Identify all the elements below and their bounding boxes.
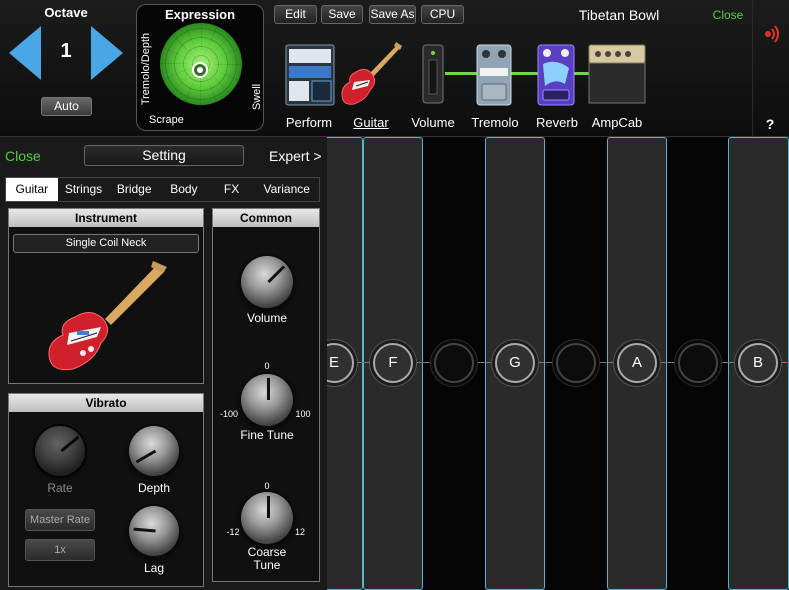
fine-tune-max-tick: 100 [295,409,311,419]
instrument-title: Instrument [9,209,203,227]
fine-tune-label: Fine Tune [240,428,294,442]
signal-icon[interactable] [759,22,783,46]
expression-x-label: Scrape [149,114,184,126]
edit-button[interactable]: Edit [274,5,317,24]
vibrato-title: Vibrato [9,394,203,412]
vibrato-section: Vibrato Rate Depth Master Rate 1x Lag [8,393,204,587]
save-as-button[interactable]: Save As [369,5,416,24]
rate-label: Rate [47,481,73,495]
settings-tabs: Guitar Strings Bridge Body FX Variance [5,177,320,202]
preset-name: Tibetan Bowl [578,7,660,23]
volume-knob[interactable] [241,256,293,308]
reverb-pedal-icon[interactable] [537,44,575,106]
string-area[interactable]: E F G A B [327,137,789,590]
auto-button[interactable]: Auto [41,97,92,116]
coarse-tune-knob[interactable] [241,492,293,544]
rate-knob[interactable] [35,426,85,476]
instrument-select[interactable]: Single Coil Neck [13,234,199,253]
chain-label-volume[interactable]: Volume [409,115,457,130]
octave-value: 1 [60,40,72,62]
chain-link [445,72,480,75]
guitar-image-icon [48,261,167,371]
chain-label-ampcab[interactable]: AmpCab [590,115,644,130]
depth-label: Depth [137,481,171,495]
fine-tune-knob[interactable] [241,374,293,426]
expression-y-label: Tremolo/Depth [140,32,152,106]
tremolo-pedal-icon[interactable] [476,44,512,106]
master-rate-button[interactable]: Master Rate [25,509,95,531]
chain-label-guitar[interactable]: Guitar [347,115,395,130]
perform-module-icon[interactable] [285,44,335,106]
common-section: Common Volume 0 -100 100 Fine Tune 0 -12… [212,208,320,582]
note-g-button[interactable]: G [495,343,535,383]
coarse-tune-min-tick: -12 [226,527,240,537]
expression-right-label: Swell [251,83,263,111]
tab-body[interactable]: Body [159,178,209,201]
octave-title: Octave [44,5,88,20]
note-a-button[interactable]: A [617,343,657,383]
tab-fx[interactable]: FX [209,178,255,201]
chain-label-tremolo[interactable]: Tremolo [470,115,520,130]
note-a-sharp-button[interactable] [678,343,718,383]
expert-button[interactable]: Expert > [269,148,322,164]
coarse-tune-max-tick: 12 [294,527,305,537]
fine-tune-min-tick: -100 [219,409,238,419]
ampcab-module-icon[interactable] [588,44,646,104]
depth-knob[interactable] [129,426,179,476]
tab-strings[interactable]: Strings [58,178,110,201]
note-f-button[interactable]: F [373,343,413,383]
divider [752,0,753,137]
note-g-sharp-button[interactable] [556,343,596,383]
volume-label: Volume [246,311,288,325]
volume-pedal-icon[interactable] [422,44,444,104]
common-title: Common [213,209,319,227]
expression-pad[interactable]: Expression Tremolo/Depth Swell Scrape [136,4,264,131]
coarse-tune-center-tick: 0 [264,481,270,491]
lag-knob[interactable] [129,506,179,556]
fine-tune-center-tick: 0 [264,361,270,371]
tab-variance[interactable]: Variance [254,178,319,201]
close-preset-button[interactable]: Close [706,8,750,22]
help-icon[interactable]: ? [762,116,778,132]
cpu-button[interactable]: CPU [421,5,464,24]
expression-handle-icon[interactable] [192,62,208,78]
octave-up-arrow-icon[interactable] [91,26,123,80]
instrument-section: Instrument Single Coil Neck [8,208,204,384]
tab-guitar[interactable]: Guitar [6,178,58,201]
lag-label: Lag [143,561,165,575]
note-f-sharp-button[interactable] [434,343,474,383]
guitar-module-icon[interactable] [340,42,402,108]
setting-button[interactable]: Setting [84,145,244,166]
save-button[interactable]: Save [321,5,363,24]
close-panel-button[interactable]: Close [5,148,41,164]
octave-down-arrow-icon[interactable] [9,26,41,80]
rate-multiplier-button[interactable]: 1x [25,539,95,561]
note-b-button[interactable]: B [738,343,778,383]
tab-bridge[interactable]: Bridge [109,178,159,201]
chain-link [508,72,540,75]
chain-label-perform[interactable]: Perform [283,115,335,130]
coarse-tune-label: Coarse Tune [247,545,287,572]
expression-title: Expression [164,7,236,22]
top-bar: Octave 1 Auto Expression Tremolo/Depth S… [0,0,789,137]
chain-label-reverb[interactable]: Reverb [532,115,582,130]
settings-panel: Close Setting Expert > Guitar Strings Br… [0,137,327,590]
